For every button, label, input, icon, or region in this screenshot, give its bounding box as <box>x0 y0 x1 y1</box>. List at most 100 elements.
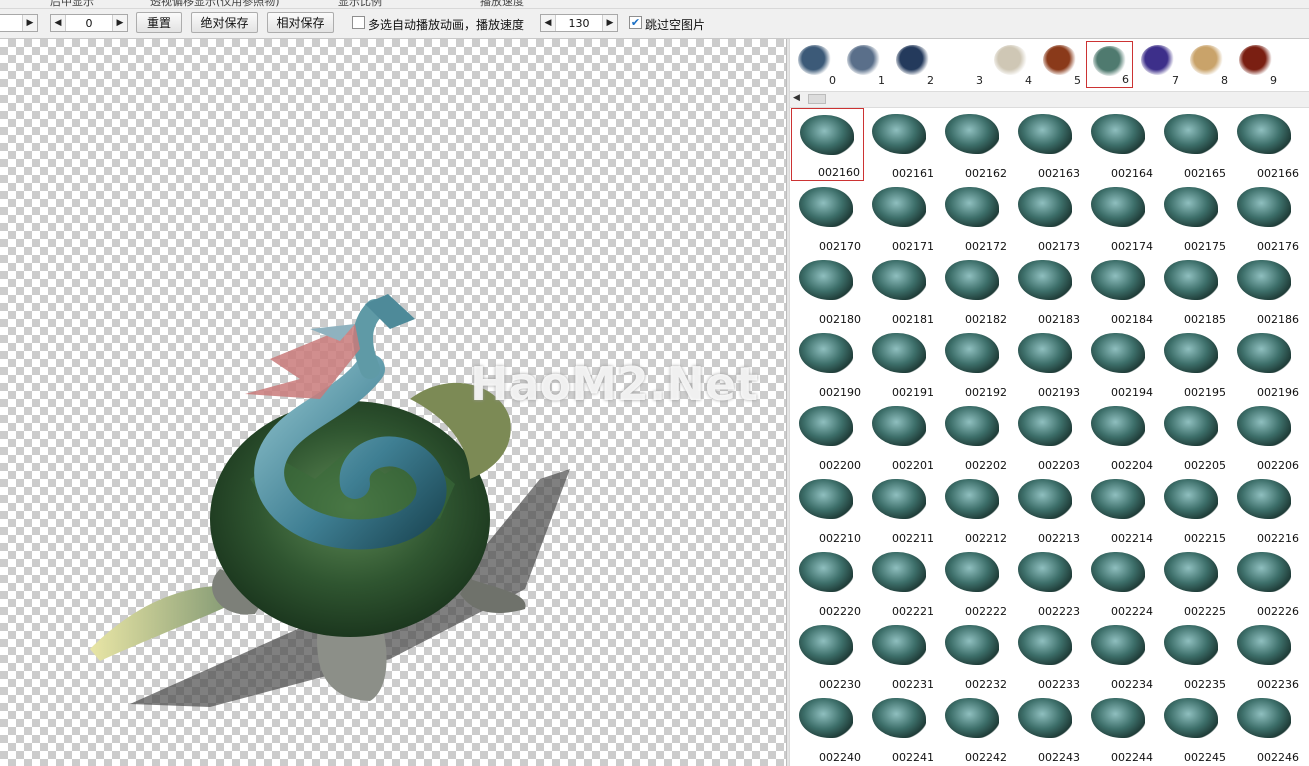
frame-cell[interactable]: 002163 <box>1010 108 1083 181</box>
frame-cell[interactable]: 002206 <box>1229 400 1302 473</box>
frame-cell[interactable]: 002166 <box>1229 108 1302 181</box>
frame-cell[interactable]: 002214 <box>1083 473 1156 546</box>
frame-cell[interactable]: 002240 <box>791 692 864 765</box>
library-item[interactable]: 3 <box>939 41 986 88</box>
frame-cell[interactable]: 002225 <box>1156 546 1229 619</box>
frame-cell[interactable]: 002233 <box>1010 619 1083 692</box>
top-option-1[interactable]: 后中显示 <box>50 0 94 9</box>
frame-label: 002205 <box>1184 459 1226 472</box>
multi-autoplay-checkbox[interactable] <box>352 16 365 29</box>
frame-cell[interactable]: 002241 <box>864 692 937 765</box>
offset-y-increment-icon[interactable]: ▶ <box>112 15 127 31</box>
frame-cell[interactable]: 002173 <box>1010 181 1083 254</box>
library-item[interactable]: 0 <box>792 41 839 88</box>
library-item[interactable]: 2 <box>890 41 937 88</box>
top-option-4[interactable]: 播放速度 <box>480 0 524 9</box>
offset-y-decrement-icon[interactable]: ◀ <box>51 15 66 31</box>
frame-cell[interactable]: 002203 <box>1010 400 1083 473</box>
library-item[interactable]: 1 <box>841 41 888 88</box>
frame-cell[interactable]: 002204 <box>1083 400 1156 473</box>
frame-cell[interactable]: 002195 <box>1156 327 1229 400</box>
scroll-left-icon[interactable]: ◀ <box>793 93 800 103</box>
library-item[interactable]: 5 <box>1037 41 1084 88</box>
frame-cell[interactable]: 002165 <box>1156 108 1229 181</box>
frame-cell[interactable]: 002232 <box>937 619 1010 692</box>
library-item[interactable]: 8 <box>1184 41 1231 88</box>
library-item[interactable]: 4 <box>988 41 1035 88</box>
frame-cell[interactable]: 002230 <box>791 619 864 692</box>
frame-cell[interactable]: 002226 <box>1229 546 1302 619</box>
frame-cell[interactable]: 002246 <box>1229 692 1302 765</box>
library-item[interactable]: 7 <box>1135 41 1182 88</box>
frame-cell[interactable]: 002205 <box>1156 400 1229 473</box>
scroll-thumb[interactable] <box>808 94 826 104</box>
frame-cell[interactable]: 002210 <box>791 473 864 546</box>
frame-cell[interactable]: 002171 <box>864 181 937 254</box>
absolute-save-button[interactable]: 绝对保存 <box>191 12 258 33</box>
relative-save-button[interactable]: 相对保存 <box>267 12 334 33</box>
skip-empty-checkbox[interactable]: ✔ <box>629 16 642 29</box>
top-option-2[interactable]: 透视偏移显示(仅用参照物) <box>150 0 280 9</box>
frame-cell[interactable]: 002184 <box>1083 254 1156 327</box>
frame-cell[interactable]: 002194 <box>1083 327 1156 400</box>
speed-decrement-icon[interactable]: ◀ <box>541 15 556 31</box>
frame-cell[interactable]: 002236 <box>1229 619 1302 692</box>
frame-cell[interactable]: 002193 <box>1010 327 1083 400</box>
library-item[interactable]: 9 <box>1233 41 1280 88</box>
frame-cell[interactable]: 002215 <box>1156 473 1229 546</box>
frame-cell[interactable]: 002196 <box>1229 327 1302 400</box>
frame-cell[interactable]: 002200 <box>791 400 864 473</box>
frame-cell[interactable]: 002192 <box>937 327 1010 400</box>
frame-cell[interactable]: 002180 <box>791 254 864 327</box>
offset-y-stepper[interactable]: ◀ 0 ▶ <box>50 14 128 32</box>
frame-cell[interactable]: 002216 <box>1229 473 1302 546</box>
play-speed-stepper[interactable]: ◀ 130 ▶ <box>540 14 618 32</box>
frame-cell[interactable]: 002231 <box>864 619 937 692</box>
frame-cell[interactable]: 002243 <box>1010 692 1083 765</box>
preview-canvas[interactable]: HaoM2.Net <box>0 39 786 766</box>
frame-cell[interactable]: 002211 <box>864 473 937 546</box>
frame-cell[interactable]: 002183 <box>1010 254 1083 327</box>
frame-cell[interactable]: 002235 <box>1156 619 1229 692</box>
offset-y-value[interactable]: 0 <box>66 17 112 30</box>
frame-cell[interactable]: 002244 <box>1083 692 1156 765</box>
frame-cell[interactable]: 002174 <box>1083 181 1156 254</box>
frame-cell[interactable]: 002164 <box>1083 108 1156 181</box>
frame-label: 002216 <box>1257 532 1299 545</box>
frame-cell[interactable]: 002234 <box>1083 619 1156 692</box>
frame-cell[interactable]: 002220 <box>791 546 864 619</box>
speed-value[interactable]: 130 <box>556 17 602 30</box>
frame-cell[interactable]: 002213 <box>1010 473 1083 546</box>
library-scrollbar[interactable]: ◀ <box>790 91 1309 108</box>
frame-cell[interactable]: 002245 <box>1156 692 1229 765</box>
frame-cell[interactable]: 002221 <box>864 546 937 619</box>
frame-cell[interactable]: 002160 <box>791 108 864 181</box>
library-thumbnail <box>847 45 881 75</box>
frame-cell[interactable]: 002161 <box>864 108 937 181</box>
frame-cell[interactable]: 002170 <box>791 181 864 254</box>
frame-cell[interactable]: 002242 <box>937 692 1010 765</box>
frame-cell[interactable]: 002172 <box>937 181 1010 254</box>
frame-cell[interactable]: 002191 <box>864 327 937 400</box>
top-option-3[interactable]: 显示比例 <box>338 0 382 9</box>
frame-cell[interactable]: 002185 <box>1156 254 1229 327</box>
frame-cell[interactable]: 002182 <box>937 254 1010 327</box>
library-item[interactable]: 6 <box>1086 41 1133 88</box>
offset-x-increment-icon[interactable]: ▶ <box>22 15 37 31</box>
frame-cell[interactable]: 002162 <box>937 108 1010 181</box>
speed-increment-icon[interactable]: ▶ <box>602 15 617 31</box>
frame-cell[interactable]: 002223 <box>1010 546 1083 619</box>
reset-button[interactable]: 重置 <box>136 12 182 33</box>
frame-cell[interactable]: 002201 <box>864 400 937 473</box>
frame-cell[interactable]: 002212 <box>937 473 1010 546</box>
frame-cell[interactable]: 002176 <box>1229 181 1302 254</box>
frame-label: 002240 <box>819 751 861 764</box>
frame-cell[interactable]: 002222 <box>937 546 1010 619</box>
frame-cell[interactable]: 002175 <box>1156 181 1229 254</box>
frame-cell[interactable]: 002186 <box>1229 254 1302 327</box>
frame-cell[interactable]: 002181 <box>864 254 937 327</box>
frame-cell[interactable]: 002202 <box>937 400 1010 473</box>
frame-cell[interactable]: 002190 <box>791 327 864 400</box>
frame-cell[interactable]: 002224 <box>1083 546 1156 619</box>
offset-x-stepper[interactable]: ▶ <box>0 14 38 32</box>
